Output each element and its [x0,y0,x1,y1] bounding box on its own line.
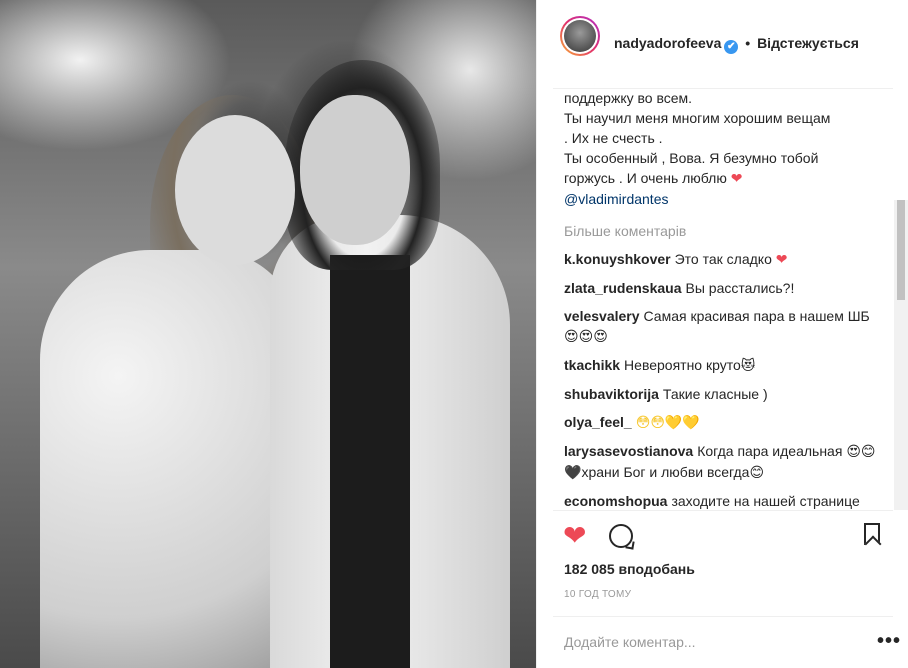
comment-username[interactable]: tkachikk [564,357,620,373]
caption-line: Ты научил меня многим хорошим вещам [564,110,831,126]
flushed-yellow-heart-emoji-icon: 😳😳💛💛 [635,415,700,431]
comment-text: Самая красивая пара в нашем ШБ [643,308,870,324]
avatar-inner [562,18,598,54]
red-heart-icon: ❤ [730,171,743,187]
bookmark-icon[interactable] [864,523,880,545]
avatar-image [564,20,596,52]
comment-item: velesvalery Самая красивая пара в нашем Ш… [564,306,879,347]
comment-item: larysasevostianova Когда пара идеальная 😍… [564,441,879,483]
comment-username[interactable]: olya_feel_ [564,414,632,430]
add-comment-input[interactable]: Додайте коментар... [564,634,696,650]
photo-shape [40,250,300,668]
comment-username[interactable]: velesvalery [564,308,640,324]
post-timestamp[interactable]: 10 ГОД ТОМУ [564,589,631,600]
comment-icon[interactable] [609,524,633,548]
smile-emoji-icon: 😊 [749,465,765,481]
comment-text: Такие класные ) [662,386,768,402]
post-side-panel: nadyadorofeeva ✔ • Відстежується поддержк… [536,0,908,668]
comments-list[interactable]: поддержку во всем. Ты научил меня многим… [564,88,879,510]
caption-line: . Их не счесть . [564,130,663,146]
scrollbar-thumb[interactable] [897,200,905,300]
post-header: nadyadorofeeva ✔ • Відстежується [537,0,908,88]
more-options-icon[interactable]: ••• [877,630,901,653]
following-button[interactable]: Відстежується [757,35,859,51]
photo-shape [300,95,410,245]
caption-line: Ты особенный , Вова. Я безумно тобой [564,150,819,166]
caption-line: поддержку во всем. [564,90,693,106]
verified-badge-icon: ✔ [724,40,739,54]
add-comment-divider [553,616,893,617]
comment-text: храни Бог и любви всегда [581,464,750,480]
username-link[interactable]: nadyadorofeeva [614,35,721,51]
comment-username[interactable]: shubaviktorija [564,386,659,402]
load-more-comments-button[interactable]: Більше коментарів [564,221,879,241]
mention-link[interactable]: @vladimirdantes [564,189,879,209]
avatar[interactable] [560,16,600,56]
photo-shape [330,255,410,668]
comment-username[interactable]: k.konuyshkover [564,251,671,267]
comment-text: Это так сладко [674,251,772,267]
comment-username[interactable]: larysasevostianova [564,443,693,459]
comment-username[interactable]: economshopua [564,493,667,509]
caption-line: горжусь . И очень люблю ❤ [564,168,879,189]
comment-item: shubaviktorija Такие класные ) [564,384,879,404]
comment-text: Вы расстались?! [685,280,795,296]
comment-item: olya_feel_ 😳😳💛💛 [564,412,879,433]
comment-username[interactable]: zlata_rudenskaua [564,280,682,296]
comment-item: zlata_rudenskaua Вы расстались?! [564,278,879,298]
separator-dot: • [745,35,751,51]
red-heart-icon: ❤ [775,252,788,268]
caption-text: горжусь . И очень люблю [564,170,727,186]
comment-item: economshopuaзаходите на нашей странице м… [564,491,879,510]
heart-icon[interactable]: ❤ [563,522,586,550]
action-bar: ❤ [537,510,908,560]
likes-count[interactable]: 182 085 вподобань [564,561,695,577]
post-photo[interactable] [0,0,536,668]
caption: поддержку во всем. Ты научил меня многим… [564,88,879,209]
comment-item: tkachikk Невероятно круто😻 [564,355,879,376]
photo-shape [175,115,295,265]
heart-eyes-emoji-icon: 😍😍😍 [564,329,608,345]
cat-emoji-icon: 😻 [740,358,756,374]
comment-text: Когда пара идеальная [697,443,843,459]
comments-scrollbar[interactable] [894,200,908,510]
comment-text: Невероятно круто [624,357,741,373]
header-text: nadyadorofeeva ✔ • Відстежується [614,35,859,54]
comment-item: k.konuyshkover Это так сладко ❤ [564,249,879,270]
